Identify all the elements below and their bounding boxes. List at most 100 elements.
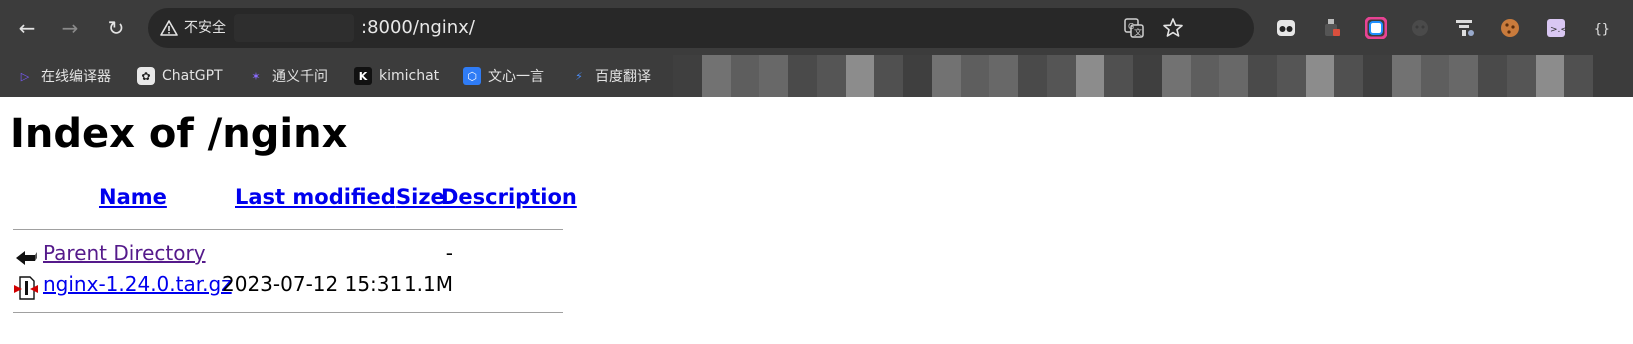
browser-toolbar: ← → ↻ 不安全 :8000/nginx/ G 文 >.< {} (0, 0, 1633, 55)
url-text[interactable]: :8000/nginx/ (361, 8, 475, 48)
redaction-pixel (903, 69, 932, 83)
redaction-pixel (1248, 69, 1277, 83)
redaction-pixel (788, 83, 817, 97)
redaction-pixel (1391, 83, 1421, 97)
redaction-pixel (1564, 83, 1593, 97)
chatgpt-icon: ✿ (137, 67, 155, 85)
redaction-pixel (1334, 69, 1363, 83)
extension-mask-icon[interactable] (1272, 14, 1300, 42)
translate-icon[interactable]: G 文 (1120, 14, 1148, 42)
redaction-pixel (1075, 55, 1105, 69)
redaction-pixel (1449, 69, 1478, 83)
redaction-pixel (730, 83, 760, 97)
redaction-pixel (1363, 69, 1392, 83)
reload-icon[interactable]: ↻ (102, 14, 130, 42)
parent-directory-link[interactable]: Parent Directory (43, 241, 206, 265)
extension-bottle-icon[interactable] (1317, 14, 1345, 42)
redaction-pixel (1276, 69, 1306, 83)
redaction-pixel (759, 83, 788, 97)
star-icon[interactable] (1159, 14, 1187, 42)
redaction-pixel (1190, 69, 1220, 83)
column-modified-link[interactable]: Last modified (235, 185, 396, 209)
redaction-pixel (1190, 83, 1220, 97)
redaction-pixel (1420, 83, 1450, 97)
redaction-pixel (1334, 55, 1363, 69)
table-row: Parent Directory - (10, 241, 570, 271)
redaction-pixel (1133, 55, 1162, 69)
svg-text:文: 文 (1134, 27, 1142, 37)
redaction-pixel (1420, 69, 1450, 83)
redaction-pixel (1506, 69, 1536, 83)
redaction-pixel (788, 69, 817, 83)
redaction-pixel (1219, 83, 1248, 97)
redaction-pixel (1219, 55, 1248, 69)
redaction-pixel (759, 69, 788, 83)
redaction-pixel (759, 55, 788, 69)
back-folder-icon (16, 251, 37, 265)
redaction-pixel (1046, 83, 1076, 97)
forward-icon[interactable]: → (56, 14, 84, 42)
redaction-pixel (845, 69, 875, 83)
redaction-pixel (1161, 69, 1191, 83)
redaction-pixel (1363, 83, 1392, 97)
redaction-pixel (1506, 55, 1536, 69)
redaction-pixel (816, 55, 846, 69)
extension-cat-face-icon[interactable]: >.< (1542, 14, 1570, 42)
redaction-pixel (931, 69, 961, 83)
redaction-pixel (989, 55, 1018, 69)
redaction-pixel (701, 55, 731, 69)
bookmark-chatgpt[interactable]: ✿ ChatGPT (137, 63, 223, 89)
redaction-pixel (874, 55, 903, 69)
redaction-pixel (701, 69, 731, 83)
redaction-pixel (960, 69, 990, 83)
back-icon[interactable]: ← (13, 14, 41, 42)
redaction-pixel (1248, 83, 1277, 97)
column-size-link[interactable]: Size (396, 185, 445, 209)
redaction-pixel (673, 55, 702, 69)
redaction-pixel (931, 55, 961, 69)
redaction-pixel (1305, 83, 1335, 97)
bookmark-baidu-translate[interactable]: ⚡ 百度翻译 (570, 63, 651, 89)
address-bar[interactable]: 不安全 :8000/nginx/ G 文 (148, 8, 1254, 48)
extension-braces-icon[interactable]: {} (1587, 14, 1615, 42)
compiler-icon: ▷ (20, 69, 30, 83)
redaction-pixel (1478, 83, 1507, 97)
redaction-pixel (1133, 69, 1162, 83)
redaction-pixel (673, 83, 702, 97)
bookmark-wenxin[interactable]: ⬡ 文心一言 (463, 63, 544, 89)
redaction-pixel (1161, 83, 1191, 97)
bookmark-compiler[interactable]: ▷ 在线编译器 (16, 63, 111, 89)
extension-color-ring-icon[interactable] (1362, 14, 1390, 42)
bookmark-tongyi[interactable]: ✶ 通义千问 (247, 63, 328, 89)
file-link[interactable]: nginx-1.24.0.tar.gz (43, 272, 232, 296)
svg-text:>.<: >.< (1550, 25, 1567, 35)
redaction-pixel (1535, 55, 1565, 69)
redaction-pixel (1018, 83, 1047, 97)
redaction-pixel (1535, 83, 1565, 97)
table-row: nginx-1.24.0.tar.gz 2023-07-12 15:31 1.1… (10, 272, 570, 302)
redaction-pixel (816, 69, 846, 83)
redaction-pixel (673, 69, 702, 83)
header-divider (13, 229, 563, 230)
column-name-link[interactable]: Name (99, 185, 167, 209)
footer-divider (13, 312, 563, 313)
redaction-pixel (1046, 55, 1076, 69)
page-content: Index of /nginx Name Last modified Size … (0, 97, 1633, 344)
redaction-pixel (874, 83, 903, 97)
bookmark-kimichat[interactable]: K kimichat (354, 63, 439, 89)
extension-filter-icon[interactable] (1451, 14, 1479, 42)
extension-cookie-icon[interactable] (1496, 14, 1524, 42)
redaction-pixel (1535, 69, 1565, 83)
redaction-pixel (1305, 69, 1335, 83)
bookmarks-bar: ▷ 在线编译器 ✿ ChatGPT ✶ 通义千问 K kimichat ⬡ 文心… (0, 55, 1633, 97)
redaction-pixel (1104, 83, 1133, 97)
column-description-link[interactable]: Description (441, 185, 577, 209)
redaction-pixel (1075, 69, 1105, 83)
redaction-pixel (1276, 83, 1306, 97)
security-indicator[interactable]: 不安全 (160, 8, 226, 48)
redaction-pixel (1449, 55, 1478, 69)
extension-gray-face-icon[interactable] (1406, 14, 1434, 42)
redaction-pixel (989, 83, 1018, 97)
redaction-pixel (1363, 55, 1392, 69)
redaction-pixel (845, 55, 875, 69)
